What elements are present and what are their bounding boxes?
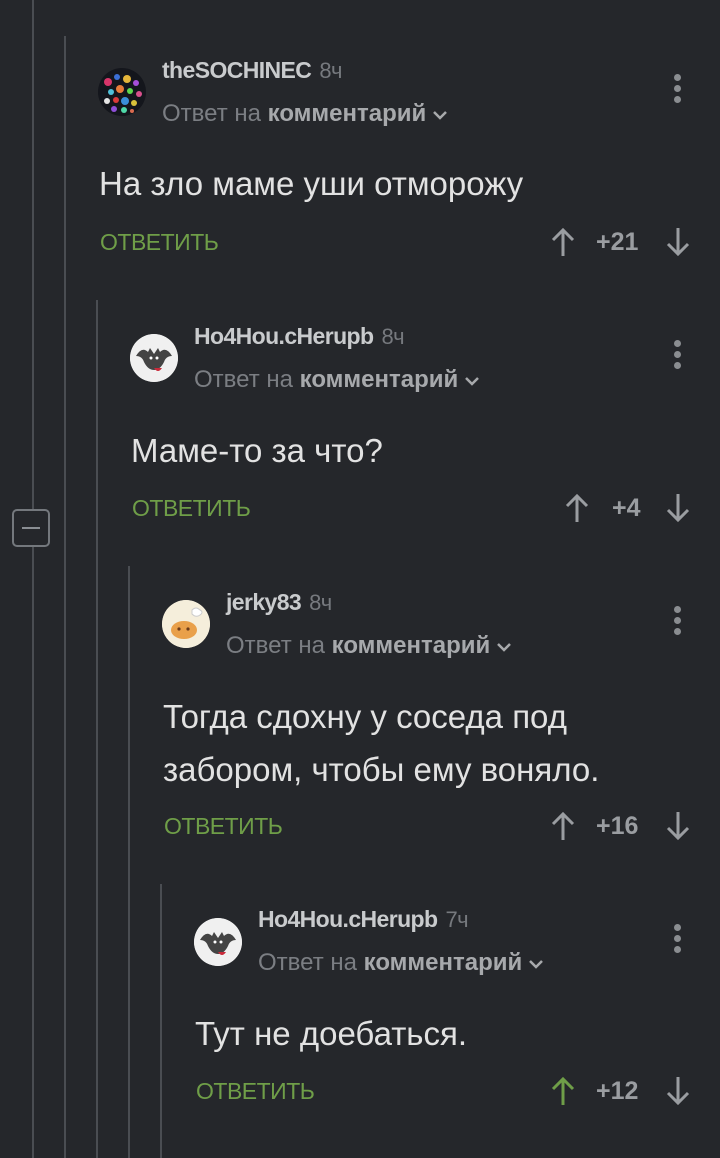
collapse-thread-button[interactable] (12, 509, 50, 547)
reply-prefix: Ответ на (194, 366, 293, 393)
chevron-down-icon[interactable] (432, 109, 448, 121)
vertical-dots-icon (674, 924, 684, 953)
comment-time: 7ч (445, 907, 468, 932)
avatar[interactable] (162, 600, 210, 648)
avatar[interactable] (194, 918, 242, 966)
comment-author[interactable]: theSOCHINEC 8ч (162, 57, 342, 84)
reply-button[interactable]: ОТВЕТИТЬ (164, 813, 283, 840)
author-name[interactable]: Ho4Hou.cHerupb (258, 906, 438, 932)
reply-target[interactable]: комментарий (300, 366, 459, 393)
more-options-button[interactable] (674, 74, 684, 107)
thread-line (128, 566, 130, 1158)
thread-line (160, 884, 162, 1158)
comment-text: Тогда сдохну у соседа под забором, чтобы… (163, 698, 600, 788)
reply-target[interactable]: комментарий (332, 632, 491, 659)
thread-line (64, 36, 66, 1158)
comment-time: 8ч (319, 58, 342, 83)
arrow-down-icon[interactable] (665, 492, 691, 524)
comment-text: На зло маме уши отморожу (99, 165, 524, 202)
arrow-down-icon[interactable] (665, 810, 691, 842)
thread-line (96, 300, 98, 1158)
avatar[interactable] (130, 334, 178, 382)
comment-time: 8ч (309, 590, 332, 615)
chevron-down-icon[interactable] (464, 375, 480, 387)
vertical-dots-icon (674, 340, 684, 369)
reply-button[interactable]: ОТВЕТИТЬ (132, 495, 251, 522)
reply-prefix: Ответ на (258, 949, 357, 976)
author-name[interactable]: theSOCHINEC (162, 57, 312, 83)
avatar[interactable] (98, 68, 146, 116)
arrow-up-icon[interactable] (550, 226, 576, 258)
reply-to-link[interactable]: Ответ на комментарий (162, 100, 448, 128)
rating: +12 (596, 1077, 639, 1105)
arrow-up-icon[interactable] (550, 810, 576, 842)
reply-prefix: Ответ на (226, 632, 325, 659)
reply-button[interactable]: ОТВЕТИТЬ (196, 1078, 315, 1105)
reply-button[interactable]: ОТВЕТИТЬ (100, 229, 219, 256)
arrow-up-icon[interactable] (550, 1075, 576, 1107)
chevron-down-icon[interactable] (528, 958, 544, 970)
arrow-down-icon[interactable] (665, 226, 691, 258)
reply-to-link[interactable]: Ответ на комментарий (226, 632, 512, 660)
reply-target[interactable]: комментарий (268, 100, 427, 127)
rating: +21 (596, 228, 639, 256)
reply-to-link[interactable]: Ответ на комментарий (194, 366, 480, 394)
author-name[interactable]: Ho4Hou.cHerupb (194, 323, 374, 349)
reply-to-link[interactable]: Ответ на комментарий (258, 949, 544, 977)
reply-target[interactable]: комментарий (364, 949, 523, 976)
more-options-button[interactable] (674, 924, 684, 957)
comment-author[interactable]: jerky83 8ч (226, 589, 332, 616)
chevron-down-icon[interactable] (496, 641, 512, 653)
author-name[interactable]: jerky83 (226, 589, 302, 615)
vertical-dots-icon (674, 606, 684, 635)
rating: +4 (612, 494, 641, 522)
comment-author[interactable]: Ho4Hou.cHerupb 7ч (258, 906, 469, 933)
vertical-dots-icon (674, 74, 684, 103)
arrow-down-icon[interactable] (665, 1075, 691, 1107)
arrow-up-icon[interactable] (564, 492, 590, 524)
comment-author[interactable]: Ho4Hou.cHerupb 8ч (194, 323, 405, 350)
rating: +16 (596, 812, 639, 840)
thread-line (32, 0, 34, 1158)
reply-prefix: Ответ на (162, 100, 261, 127)
comment-text: Тут не доебаться. (195, 1015, 468, 1052)
comment-time: 8ч (381, 324, 404, 349)
comment-text: Маме-то за что? (131, 432, 383, 469)
more-options-button[interactable] (674, 606, 684, 639)
more-options-button[interactable] (674, 340, 684, 373)
